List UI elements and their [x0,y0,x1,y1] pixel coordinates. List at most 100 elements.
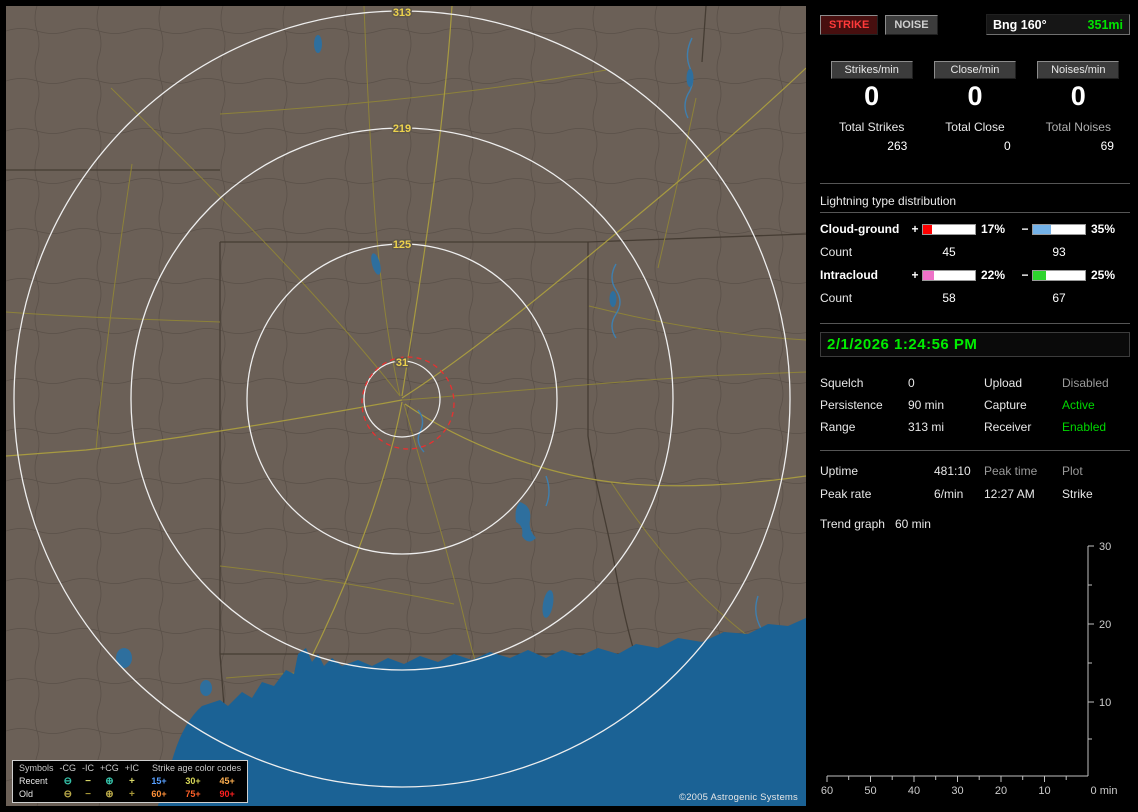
old-pos-ic-icon: + [128,789,135,800]
capture-label: Capture [984,398,1027,412]
uptime-label: Uptime [820,464,859,478]
legend-col-pos-cg: +CG [100,763,119,773]
trend-graph-header: Trend graph 60 min [820,517,1130,531]
y-tick-30: 30 [1099,541,1111,553]
close-per-min-button[interactable]: Close/min [933,61,1016,79]
ic-negative-count: 67 [1052,291,1066,305]
bearing-range-value: 351mi [1087,17,1123,32]
divider [820,323,1130,324]
divider [820,212,1130,213]
receiver-label: Receiver [984,420,1032,434]
graph-tick-labels: 30 20 10 60 50 40 30 20 10 0 min [821,541,1118,797]
legend-old-label: Old [19,789,34,799]
symbols-legend: Symbols -CG -IC +CG +IC Strike age color… [12,760,249,803]
rate-stats: Strikes/min 0 Total Strikes 263 Close/mi… [820,61,1130,153]
total-noises-value: 69 [1100,139,1114,153]
x-tick-0min: 0 min [1091,785,1118,797]
ic-negative-pct: 25% [1091,268,1116,282]
x-tick-60: 60 [821,785,833,797]
recent-neg-ic-icon: − [85,776,91,787]
age-75: 75+ [185,789,201,799]
old-pos-cg-icon: ⊕ [105,789,114,800]
ic-positive-count: 58 [942,291,956,305]
y-tick-20: 20 [1099,619,1111,631]
uptime-value: 481:10 [934,464,971,478]
legend-col-neg-ic: -IC [82,763,95,773]
squelch-value: 0 [908,376,915,390]
legend-col-pos-ic: +IC [124,763,140,773]
strikes-per-min-button[interactable]: Strikes/min [830,61,913,79]
ring-label-31: 31 [396,357,408,369]
recent-pos-cg-icon: ⊕ [105,776,114,787]
ic-negative-bar-fill [1033,270,1046,280]
upload-label: Upload [984,376,1023,390]
cg-minus-sign: − [1021,222,1029,236]
total-close-label: Total Close [945,120,1005,134]
noise-mode-button[interactable]: NOISE [885,14,938,35]
intracloud-label: Intracloud [820,268,879,282]
map-canvas[interactable]: 313 219 125 31 [6,6,806,806]
cg-count-label: Count [820,245,853,259]
strikes-column: Strikes/min 0 Total Strikes 263 [820,61,923,153]
trend-graph-interval: 60 min [894,517,931,531]
age-90: 90+ [219,789,235,799]
ring-label-313: 313 [393,7,411,19]
y-tick-10: 10 [1099,697,1111,709]
old-neg-cg-icon: ⊖ [63,789,72,800]
plot-label: Plot [1062,464,1083,478]
cg-negative-bar [1032,223,1086,235]
status-section: Uptime 481:10 Peak time Plot Peak rate 6… [820,464,1130,501]
divider [820,183,1130,184]
receiver-status: Enabled [1062,420,1107,434]
trend-graph: 30 20 10 60 50 40 30 20 10 0 min [821,541,1118,797]
squelch-label: Squelch [820,376,864,390]
x-tick-40: 40 [908,785,920,797]
close-column: Close/min 0 Total Close 0 [923,61,1026,153]
cg-positive-bar [922,223,976,235]
ic-positive-bar-fill [923,270,935,280]
graph-axes [826,545,1094,782]
map-area: 313 219 125 31 Symbols -CG -IC +CG +IC S… [6,6,806,806]
ic-positive-pct: 22% [981,268,1006,282]
old-neg-ic-icon: − [85,789,91,800]
ic-negative-bar [1032,269,1086,281]
right-panel: STRIKE NOISE Bng 160° 351mi Strikes/min … [812,0,1138,812]
ring-label-125: 125 [393,239,411,251]
distribution-title: Lightning type distribution [820,194,957,208]
peak-time-value: 12:27 AM [984,487,1035,501]
total-noises-label: Total Noises [1045,120,1111,134]
peak-time-label: Peak time [984,464,1038,478]
legend-recent-label: Recent [19,776,48,786]
mode-toolbar: STRIKE NOISE Bng 160° 351mi [820,14,1130,35]
cg-negative-count: 93 [1052,245,1066,259]
peak-rate-label: Peak rate [820,487,872,501]
legend-age-header: Strike age color codes [152,763,242,773]
persistence-label: Persistence [820,398,883,412]
cg-plus-sign: + [911,222,919,236]
copyright-text: ©2005 Astrogenic Systems [679,792,798,803]
noises-column: Noises/min 0 Total Noises 69 [1027,61,1130,153]
age-60: 60+ [151,789,167,799]
cg-positive-pct: 17% [981,222,1006,236]
cloud-ground-label: Cloud-ground [820,222,900,236]
cg-positive-bar-fill [923,224,932,234]
strike-mode-button[interactable]: STRIKE [820,14,879,35]
datetime-display: 2/1/2026 1:24:56 PM [820,332,1130,357]
legend-symbols-header: Symbols [19,763,54,773]
cg-negative-bar-fill [1033,224,1052,234]
capture-status: Active [1062,398,1095,412]
noises-per-min-button[interactable]: Noises/min [1037,61,1120,79]
plot-value: Strike [1062,487,1093,501]
bearing-display: Bng 160° 351mi [986,14,1130,35]
total-strikes-value: 263 [887,139,908,153]
peak-rate-value: 6/min [934,487,964,501]
bearing-label: Bng 160° [993,17,1047,32]
recent-pos-ic-icon: + [128,776,135,787]
age-30: 30+ [185,776,201,786]
age-45: 45+ [219,776,235,786]
x-tick-30: 30 [951,785,963,797]
strikes-per-min-value: 0 [864,81,880,111]
upload-status: Disabled [1062,376,1109,390]
app-window: 313 219 125 31 Symbols -CG -IC +CG +IC S… [0,0,1138,812]
total-strikes-label: Total Strikes [838,120,905,134]
